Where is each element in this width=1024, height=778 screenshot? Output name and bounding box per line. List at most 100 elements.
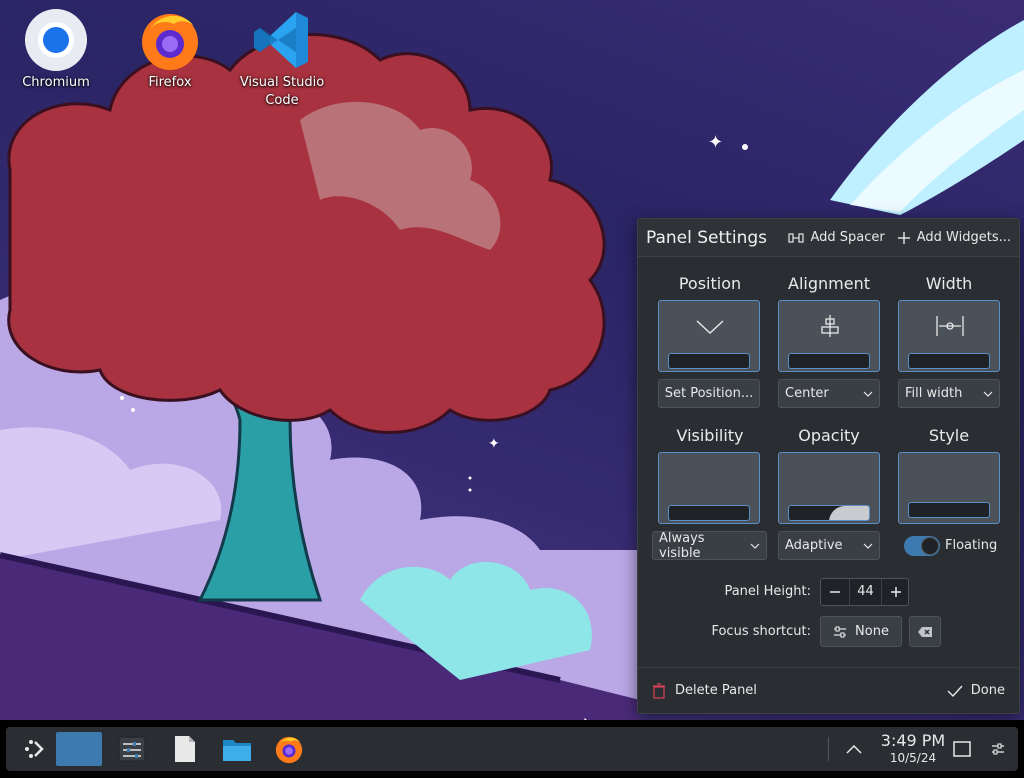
panel-settings-dialog: Panel Settings Add Spacer Add Widgets...…	[637, 218, 1020, 714]
taskbar-panel: 3:49 PM 10/5/24	[6, 727, 1018, 771]
checkmark-icon	[947, 685, 963, 697]
panel-preview-bar	[788, 505, 870, 521]
set-position-button[interactable]: Set Position...	[658, 379, 760, 408]
text-editor-button[interactable]	[163, 731, 207, 767]
panel-preview-bar	[908, 502, 990, 518]
file-manager-icon	[223, 740, 251, 761]
desktop-icon-label: Firefox	[148, 75, 192, 90]
width-value: Fill width	[905, 386, 963, 401]
visibility-value: Always visible	[659, 530, 705, 561]
increase-button[interactable]	[882, 579, 909, 605]
position-label: Position	[678, 274, 742, 293]
opacity-label: Opacity	[798, 426, 860, 445]
focus-shortcut-label: Focus shortcut:	[711, 624, 811, 639]
delete-panel-button[interactable]: Delete Panel	[652, 682, 757, 699]
chevron-down-icon	[863, 391, 873, 397]
add-spacer-button[interactable]: Add Spacer	[788, 230, 885, 245]
chevron-down-icon	[750, 543, 760, 549]
panel-config-icon	[992, 743, 1004, 755]
panel-height-label: Panel Height:	[724, 584, 811, 599]
done-button[interactable]: Done	[947, 683, 1005, 698]
panel-preview-bar	[668, 353, 750, 369]
panel-config-button[interactable]	[980, 731, 1016, 767]
visibility-preview[interactable]	[658, 452, 760, 524]
desktop-icon-label: Visual Studio Code	[239, 75, 325, 108]
opacity-select[interactable]: Adaptive	[778, 531, 880, 560]
done-label: Done	[970, 683, 1005, 698]
clear-shortcut-button[interactable]	[909, 616, 941, 647]
floating-label: Floating	[945, 538, 998, 553]
decrease-button[interactable]	[821, 579, 849, 605]
opacity-preview[interactable]	[778, 452, 880, 524]
fill-width-icon	[936, 316, 964, 336]
position-preview[interactable]	[658, 300, 760, 372]
chevron-down-icon	[696, 320, 724, 334]
chevron-down-icon	[863, 543, 873, 549]
focus-shortcut-button[interactable]: None	[820, 616, 902, 647]
desktop-icon-vscode[interactable]: Visual Studio Code	[234, 8, 330, 110]
panel-settings-footer: Delete Panel Done	[638, 667, 1019, 713]
svg-text:✦: ✦	[708, 132, 723, 153]
svg-text:✦: ✦	[488, 436, 500, 452]
app-launcher-icon	[25, 740, 44, 758]
panel-preview-bar	[788, 353, 870, 369]
align-center-icon	[821, 315, 839, 337]
firefox-icon	[138, 8, 202, 72]
visibility-select[interactable]: Always visible	[652, 530, 767, 561]
system-settings-icon	[118, 736, 146, 762]
show-desktop-button[interactable]	[942, 731, 982, 767]
panel-height-spinbox: 44	[820, 578, 909, 606]
clock-date: 10/5/24	[889, 751, 937, 765]
minus-icon	[830, 591, 840, 593]
desktop-icon-chromium[interactable]: Chromium	[8, 8, 104, 92]
plus-icon	[890, 587, 901, 597]
chevron-down-icon	[983, 391, 993, 397]
focus-shortcut-value: None	[855, 624, 889, 639]
add-widgets-label: Add Widgets...	[916, 230, 1011, 245]
pager-button[interactable]	[55, 731, 103, 767]
plus-icon	[897, 231, 910, 244]
alignment-value: Center	[785, 386, 829, 401]
show-desktop-icon	[953, 741, 971, 757]
desktop-icon-firefox[interactable]: Firefox	[122, 8, 218, 92]
file-manager-button[interactable]	[215, 731, 259, 767]
chromium-icon	[24, 8, 88, 72]
desktop-icon-label: Chromium	[22, 75, 90, 90]
opacity-value: Adaptive	[785, 538, 843, 553]
configure-icon	[834, 625, 847, 638]
width-label: Width	[925, 274, 973, 293]
text-editor-icon	[175, 736, 195, 762]
delete-panel-label: Delete Panel	[675, 683, 757, 698]
panel-preview-bar	[908, 353, 990, 369]
style-preview[interactable]	[898, 452, 1000, 524]
add-widgets-button[interactable]: Add Widgets...	[897, 230, 1011, 245]
spacer-icon	[788, 232, 805, 243]
alignment-label: Alignment	[788, 274, 870, 293]
panel-settings-title: Panel Settings	[646, 227, 767, 248]
width-select[interactable]: Fill width	[898, 379, 1000, 408]
add-spacer-label: Add Spacer	[810, 230, 885, 245]
show-hidden-button[interactable]	[834, 731, 874, 767]
system-settings-button[interactable]	[110, 731, 154, 767]
trash-icon	[653, 682, 665, 699]
clear-icon	[918, 626, 932, 637]
firefox-taskbar-button[interactable]	[267, 731, 311, 767]
tray-separator	[828, 737, 829, 761]
floating-toggle[interactable]	[904, 536, 940, 556]
pager-icon	[56, 732, 102, 766]
digital-clock[interactable]: 3:49 PM 10/5/24	[874, 731, 952, 765]
show-hidden-icon	[846, 744, 862, 754]
style-label: Style	[928, 426, 970, 445]
visibility-label: Visibility	[676, 426, 744, 445]
alignment-select[interactable]: Center	[778, 379, 880, 408]
panel-height-input[interactable]: 44	[849, 579, 882, 605]
taskbar: 3:49 PM 10/5/24	[0, 720, 1024, 778]
panel-settings-header: Panel Settings Add Spacer Add Widgets...	[638, 219, 1019, 257]
width-preview[interactable]	[898, 300, 1000, 372]
app-launcher-button[interactable]	[12, 731, 56, 767]
clock-time: 3:49 PM	[880, 731, 946, 750]
opacity-indicator	[829, 506, 869, 520]
toggle-knob	[921, 537, 939, 555]
alignment-preview[interactable]	[778, 300, 880, 372]
firefox-icon	[275, 736, 303, 764]
